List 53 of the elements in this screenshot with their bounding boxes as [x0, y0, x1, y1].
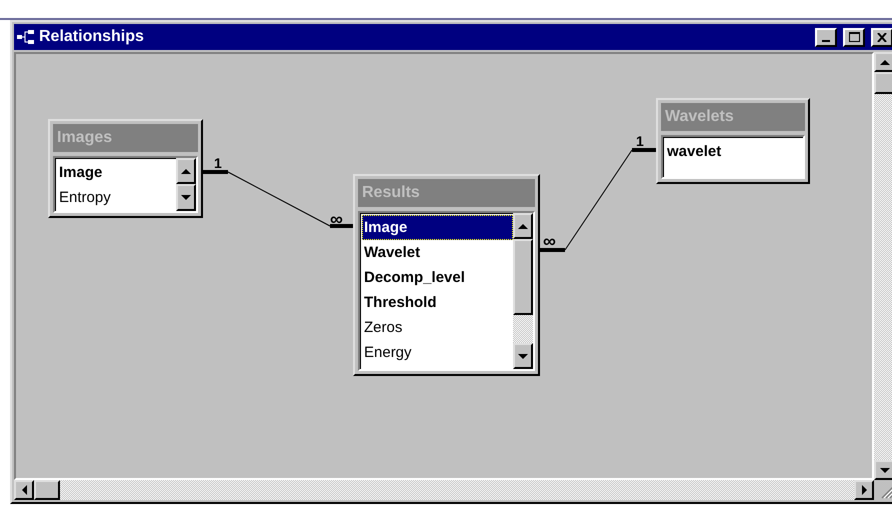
- scrollbar[interactable]: [513, 213, 533, 369]
- cardinality-label: 1: [636, 134, 644, 148]
- scroll-up-button[interactable]: [874, 52, 892, 72]
- field-item[interactable]: Zeros: [362, 315, 513, 340]
- down-arrow-icon: [181, 195, 191, 200]
- close-icon: [877, 32, 887, 42]
- field-item[interactable]: Entropy: [57, 185, 176, 210]
- scroll-down-button[interactable]: [513, 343, 533, 369]
- right-arrow-icon: [862, 485, 866, 495]
- scroll-right-button[interactable]: [854, 480, 874, 500]
- relationship-line[interactable]: [203, 170, 353, 228]
- table-window[interactable]: Images Image Entropy: [48, 119, 203, 218]
- scroll-thumb[interactable]: [34, 480, 60, 500]
- field-item[interactable]: Wavelet: [362, 240, 513, 265]
- window-title: Relationships: [39, 28, 145, 46]
- field-item[interactable]: wavelet: [665, 139, 803, 164]
- scroll-up-button[interactable]: [513, 213, 533, 239]
- scroll-down-button[interactable]: [176, 184, 196, 211]
- down-arrow-icon: [518, 354, 528, 358]
- maximize-icon: [848, 32, 860, 42]
- cardinality-label: ∞: [543, 234, 556, 248]
- field-item[interactable]: Energy: [362, 340, 513, 365]
- relationship-line[interactable]: [540, 148, 656, 252]
- up-arrow-icon: [518, 224, 528, 228]
- minimize-icon: [822, 40, 830, 42]
- table-title: Images: [53, 124, 198, 152]
- up-arrow-icon: [181, 168, 191, 174]
- table-window[interactable]: Wavelets wavelet: [656, 98, 810, 184]
- field-item[interactable]: Decomp_level: [362, 265, 513, 290]
- field-item[interactable]: Image: [57, 160, 176, 185]
- cardinality-label: 1: [214, 156, 222, 170]
- scroll-thumb[interactable]: [874, 72, 892, 94]
- down-arrow-icon: [880, 468, 890, 472]
- close-button[interactable]: [871, 28, 892, 46]
- field-item[interactable]: Threshold: [362, 290, 513, 315]
- scroll-thumb[interactable]: [513, 239, 533, 315]
- minimize-button[interactable]: [815, 28, 837, 46]
- vertical-scrollbar[interactable]: [874, 52, 892, 480]
- table-title: Results: [358, 179, 535, 207]
- relationships-icon: [17, 30, 35, 44]
- scrollbar[interactable]: [176, 158, 196, 211]
- resize-grip-icon[interactable]: [881, 485, 892, 499]
- table-title: Wavelets: [661, 103, 805, 131]
- up-arrow-icon: [880, 60, 890, 64]
- field-item[interactable]: Image: [362, 215, 513, 240]
- horizontal-scrollbar[interactable]: [14, 480, 874, 500]
- cardinality-label: ∞: [330, 212, 343, 226]
- maximize-button[interactable]: [843, 28, 865, 46]
- scroll-left-button[interactable]: [14, 480, 34, 500]
- table-window[interactable]: Results Image Wavelet Decomp_level Threshold Zeros Energy: [353, 174, 540, 376]
- left-arrow-icon: [22, 485, 26, 495]
- scroll-down-button[interactable]: [874, 460, 892, 480]
- scroll-up-button[interactable]: [176, 158, 196, 184]
